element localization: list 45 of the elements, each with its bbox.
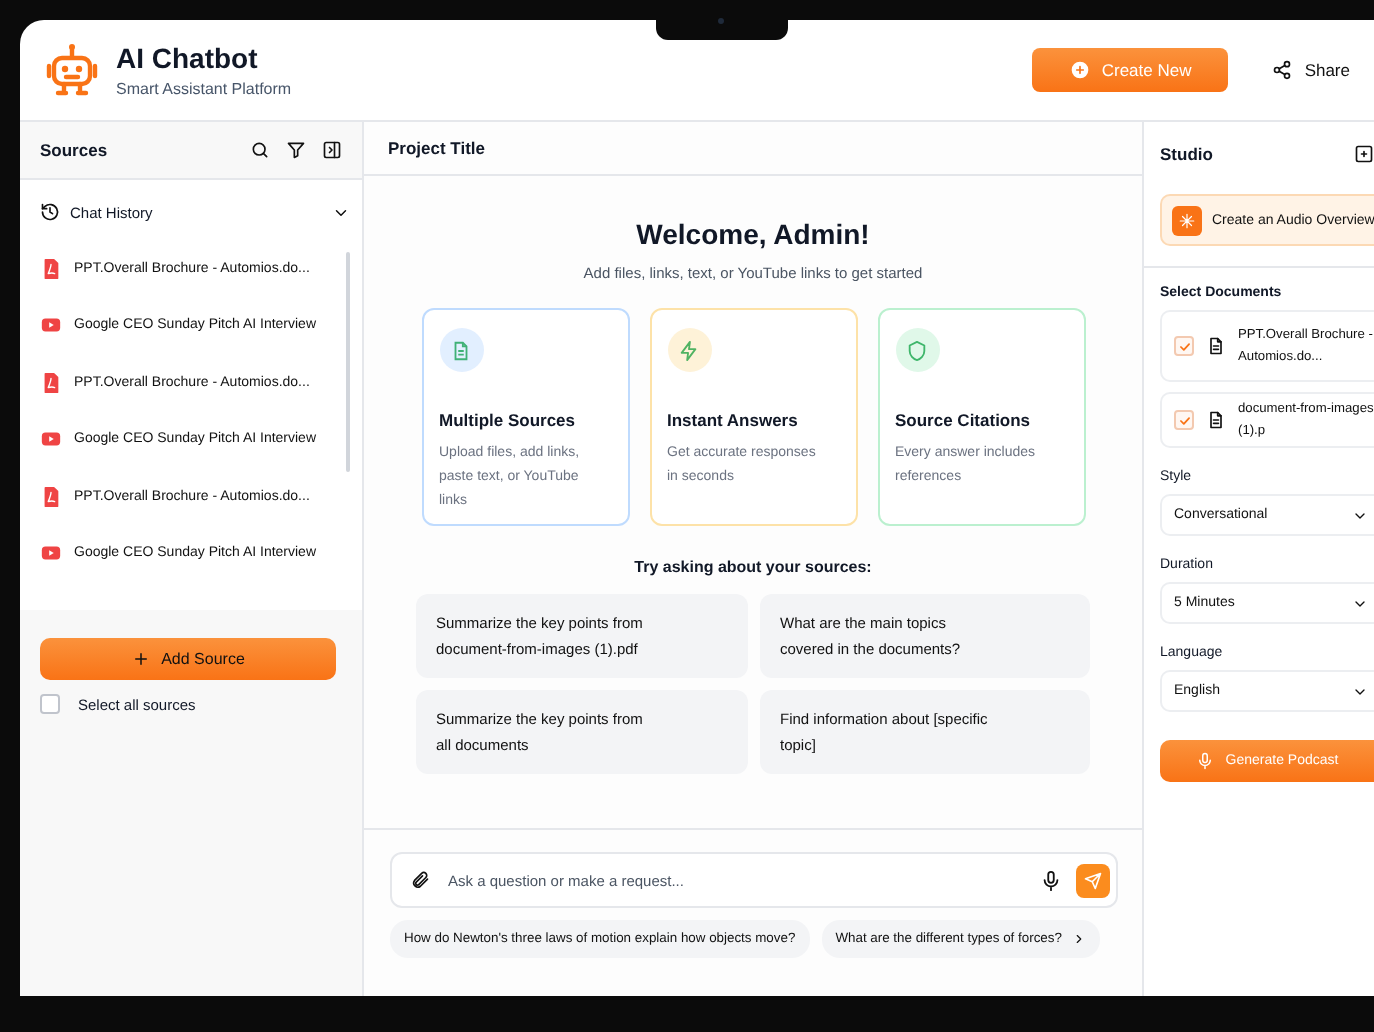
microphone-icon — [1040, 869, 1062, 891]
feature-title: Source Citations — [895, 410, 1033, 430]
search-icon — [250, 140, 270, 160]
shield-icon — [906, 339, 928, 361]
panel-title: Studio — [1160, 144, 1215, 164]
chevron-right-icon — [1071, 932, 1086, 946]
panel-toggle-icon — [322, 140, 342, 160]
add-source-button[interactable]: Add Source — [40, 638, 336, 680]
filter-icon — [286, 140, 306, 160]
document-icon — [450, 339, 472, 361]
document-icon — [1206, 336, 1226, 356]
send-button[interactable] — [1076, 863, 1110, 897]
sparkle-icon — [1178, 211, 1196, 229]
plus-circle-icon — [1069, 60, 1090, 80]
check-icon — [1177, 413, 1191, 427]
check-icon — [1177, 339, 1191, 353]
add-panel-icon — [1354, 144, 1374, 164]
lightning-icon — [678, 339, 700, 361]
video-play-icon — [40, 542, 62, 565]
feature-title: Multiple Sources — [439, 410, 578, 430]
document-icon — [1206, 410, 1226, 430]
app-title: AI Chatbot — [116, 42, 260, 74]
plus-icon — [131, 650, 150, 668]
checkbox[interactable] — [1174, 336, 1194, 356]
panel-title: Sources — [40, 140, 110, 160]
video-play-icon — [40, 428, 62, 451]
scrollbar[interactable] — [346, 252, 350, 472]
robot-logo-icon — [44, 42, 100, 98]
share-icon — [1272, 60, 1293, 80]
app-subtitle: Smart Assistant Platform — [116, 80, 294, 98]
send-icon — [1084, 871, 1102, 889]
share-button[interactable]: Share — [1272, 60, 1350, 80]
pdf-file-icon — [40, 371, 62, 394]
pdf-file-icon — [40, 257, 62, 280]
welcome-heading: Welcome, Admin! — [636, 218, 870, 250]
feature-title: Instant Answers — [667, 410, 800, 430]
microphone-icon — [1195, 752, 1214, 770]
video-play-icon — [40, 314, 62, 337]
suggestions-heading: Try asking about your sources: — [634, 558, 872, 576]
checkbox[interactable] — [1174, 410, 1194, 430]
pdf-file-icon — [40, 485, 62, 508]
paperclip-icon — [410, 870, 430, 890]
history-icon — [40, 202, 60, 222]
checkbox[interactable] — [40, 694, 60, 714]
project-title: Project Title — [388, 138, 485, 158]
